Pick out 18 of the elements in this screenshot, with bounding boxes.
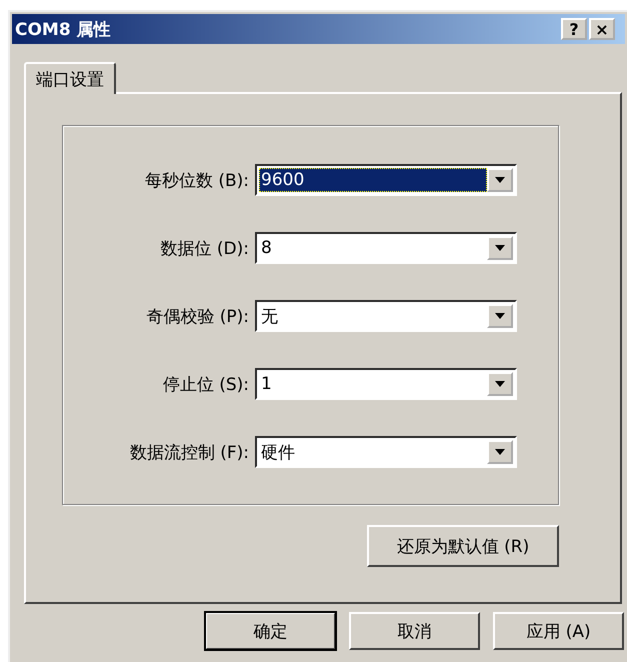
dropdown-field[interactable]: 1 [255, 368, 517, 400]
window-title: COM8 属性 [15, 18, 111, 40]
dropdown-field[interactable]: 硬件 [255, 436, 517, 468]
field-label: 奇偶校验 (P): [145, 306, 250, 328]
field-label: 数据位 (D): [160, 238, 250, 260]
field-label: 停止位 (S): [162, 374, 250, 396]
dropdown-field[interactable]: 无 [255, 300, 517, 332]
help-button[interactable]: ? [561, 18, 587, 40]
dialog-button[interactable]: 确定 [205, 612, 336, 650]
dialog-button[interactable]: 取消 [349, 612, 480, 650]
dropdown-field[interactable]: 9600 [255, 164, 517, 196]
dialog-button[interactable]: 应用 (A) [493, 612, 624, 650]
restore-defaults-button[interactable]: 还原为默认值 (R) [367, 525, 559, 567]
dropdown-field[interactable]: 8 [255, 232, 517, 264]
tab[interactable]: 端口设置 [24, 62, 116, 94]
field-label: 数据流控制 (F): [128, 442, 250, 464]
close-button[interactable]: × [589, 18, 615, 40]
field-label: 每秒位数 (B): [144, 170, 250, 192]
